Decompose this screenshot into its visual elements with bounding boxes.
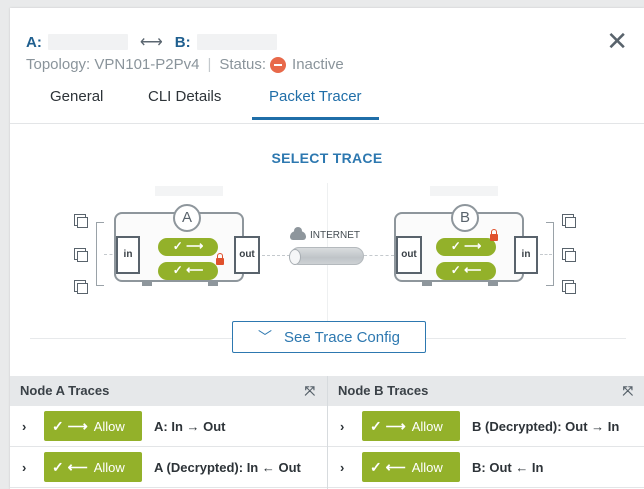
endpoint-b-name-redacted	[196, 34, 277, 50]
divider-line	[426, 338, 626, 339]
node-b-interface-bracket	[546, 222, 554, 286]
node-b-in-port[interactable]: in	[514, 236, 538, 274]
bidirectional-arrow-icon: ⟷	[139, 34, 163, 51]
node-b-badge: B	[451, 204, 479, 232]
node-b-traces-header: Node B Traces ⤧	[328, 376, 644, 406]
select-trace-title: SELECT TRACE	[271, 150, 383, 166]
endpoint-b-label: B:	[174, 33, 191, 51]
node-b-traces-title: Node B Traces	[338, 383, 429, 398]
inactive-status-icon	[270, 56, 287, 73]
trace-label: B: Out ← In	[472, 459, 544, 475]
separator: |	[207, 56, 212, 73]
endpoint-a-label: A:	[26, 33, 42, 51]
trace-label: A: In → Out	[154, 418, 226, 434]
node-b-interface-icon[interactable]	[562, 248, 576, 262]
node-a-interface-icon[interactable]	[74, 248, 88, 262]
node-a-badge: A	[173, 204, 201, 232]
tab-packet-tracer[interactable]: Packet Tracer	[252, 88, 379, 120]
chevron-right-icon[interactable]: ›	[340, 460, 362, 475]
node-a-interface-bracket	[96, 222, 104, 286]
node-a-traces-table: Node A Traces ⤧ › ✓ ⟶ Allow A: In → Out …	[10, 376, 327, 488]
node-a-inbound-trace-icon[interactable]: ✓ ⟵	[158, 262, 218, 280]
packet-tracer-panel: A: ⟷ B: ✕ Topology: VPN101-P2Pv4 | Statu…	[10, 8, 644, 489]
trace-label: A (Decrypted): In ← Out	[154, 459, 301, 475]
node-a-interface-icon[interactable]	[74, 280, 88, 294]
internet-text: INTERNET	[310, 230, 360, 241]
tunnel-link-left	[262, 255, 290, 256]
device-foot	[488, 281, 498, 286]
node-b-traces-table: Node B Traces ⤧ › ✓ ⟶ Allow B (Decrypted…	[328, 376, 644, 488]
chevron-right-icon[interactable]: ›	[340, 419, 362, 434]
node-b-interface-icon[interactable]	[562, 214, 576, 228]
node-a-out-port[interactable]: out	[234, 236, 260, 274]
node-a-traces-header: Node A Traces ⤧	[10, 376, 327, 406]
trace-row[interactable]: › ✓ ⟶ Allow A: In → Out	[10, 406, 327, 447]
see-trace-config-label: See Trace Config	[284, 328, 400, 346]
check-arrow-left-icon: ✓ ⟵	[52, 458, 88, 475]
node-b-unlock-icon	[490, 229, 498, 241]
node-a-in-port[interactable]: in	[116, 236, 140, 274]
check-arrow-right-icon: ✓ ⟶	[370, 417, 406, 434]
status-value: Inactive	[292, 56, 344, 73]
expand-icon[interactable]: ⤧	[623, 376, 633, 406]
topology-status-line: Topology: VPN101-P2Pv4 | Status: Inactiv…	[26, 56, 344, 73]
trace-row[interactable]: › ✓ ⟶ Allow B (Decrypted): Out → In	[328, 406, 644, 447]
check-arrow-right-icon: ✓ ⟶	[52, 417, 88, 434]
status-label: Status:	[219, 56, 267, 73]
close-icon[interactable]: ✕	[606, 26, 628, 57]
trace-row[interactable]: › ✓ ⟵ Allow B: Out ← In	[328, 447, 644, 488]
allow-label: Allow	[411, 418, 443, 434]
chevron-right-icon[interactable]: ›	[22, 419, 44, 434]
node-b-outbound-trace-icon[interactable]: ✓ ⟵	[436, 262, 496, 280]
node-a-traces-title: Node A Traces	[20, 383, 110, 398]
check-arrow-left-icon: ✓ ⟵	[370, 458, 406, 475]
tunnel-link-right	[364, 255, 394, 256]
endpoint-a-name-redacted	[47, 34, 128, 50]
expand-icon[interactable]: ⤧	[305, 376, 315, 406]
node-a-unlock-icon	[216, 253, 224, 265]
topology-text: Topology: VPN101-P2Pv4	[26, 56, 200, 73]
allow-label: Allow	[411, 459, 443, 475]
allow-badge: ✓ ⟵ Allow	[362, 452, 460, 482]
divider-line	[30, 338, 232, 339]
device-foot	[142, 281, 152, 286]
cloud-icon	[290, 227, 306, 240]
allow-badge: ✓ ⟶ Allow	[44, 411, 142, 441]
node-b-hostname-redacted	[430, 186, 498, 196]
allow-label: Allow	[93, 459, 125, 475]
trace-label: B (Decrypted): Out → In	[472, 418, 620, 434]
chevron-right-icon[interactable]: ›	[22, 460, 44, 475]
tab-general[interactable]: General	[50, 88, 103, 117]
trace-row[interactable]: › ✓ ⟵ Allow A (Decrypted): In ← Out	[10, 447, 327, 488]
node-b-out-port[interactable]: out	[396, 236, 422, 274]
chevron-down-icon: ﹀	[258, 329, 273, 345]
node-a-interface-icon[interactable]	[74, 214, 88, 228]
internet-label: INTERNET	[290, 227, 360, 241]
device-foot	[422, 281, 432, 286]
tunnel-endpoints: A: ⟷ B:	[26, 32, 277, 52]
tab-bar: General CLI Details Packet Tracer	[10, 80, 644, 124]
see-trace-config-button[interactable]: ﹀ See Trace Config	[232, 321, 426, 353]
node-b-inbound-trace-icon[interactable]: ✓ ⟶	[436, 238, 496, 256]
device-foot	[208, 281, 218, 286]
tab-cli-details[interactable]: CLI Details	[148, 88, 221, 117]
allow-badge: ✓ ⟵ Allow	[44, 452, 142, 482]
allow-label: Allow	[93, 418, 125, 434]
node-a-outbound-trace-icon[interactable]: ✓ ⟶	[158, 238, 218, 256]
allow-badge: ✓ ⟶ Allow	[362, 411, 460, 441]
node-a-hostname-redacted	[155, 186, 223, 196]
node-b-interface-icon[interactable]	[562, 280, 576, 294]
vpn-tunnel-icon	[289, 247, 364, 265]
